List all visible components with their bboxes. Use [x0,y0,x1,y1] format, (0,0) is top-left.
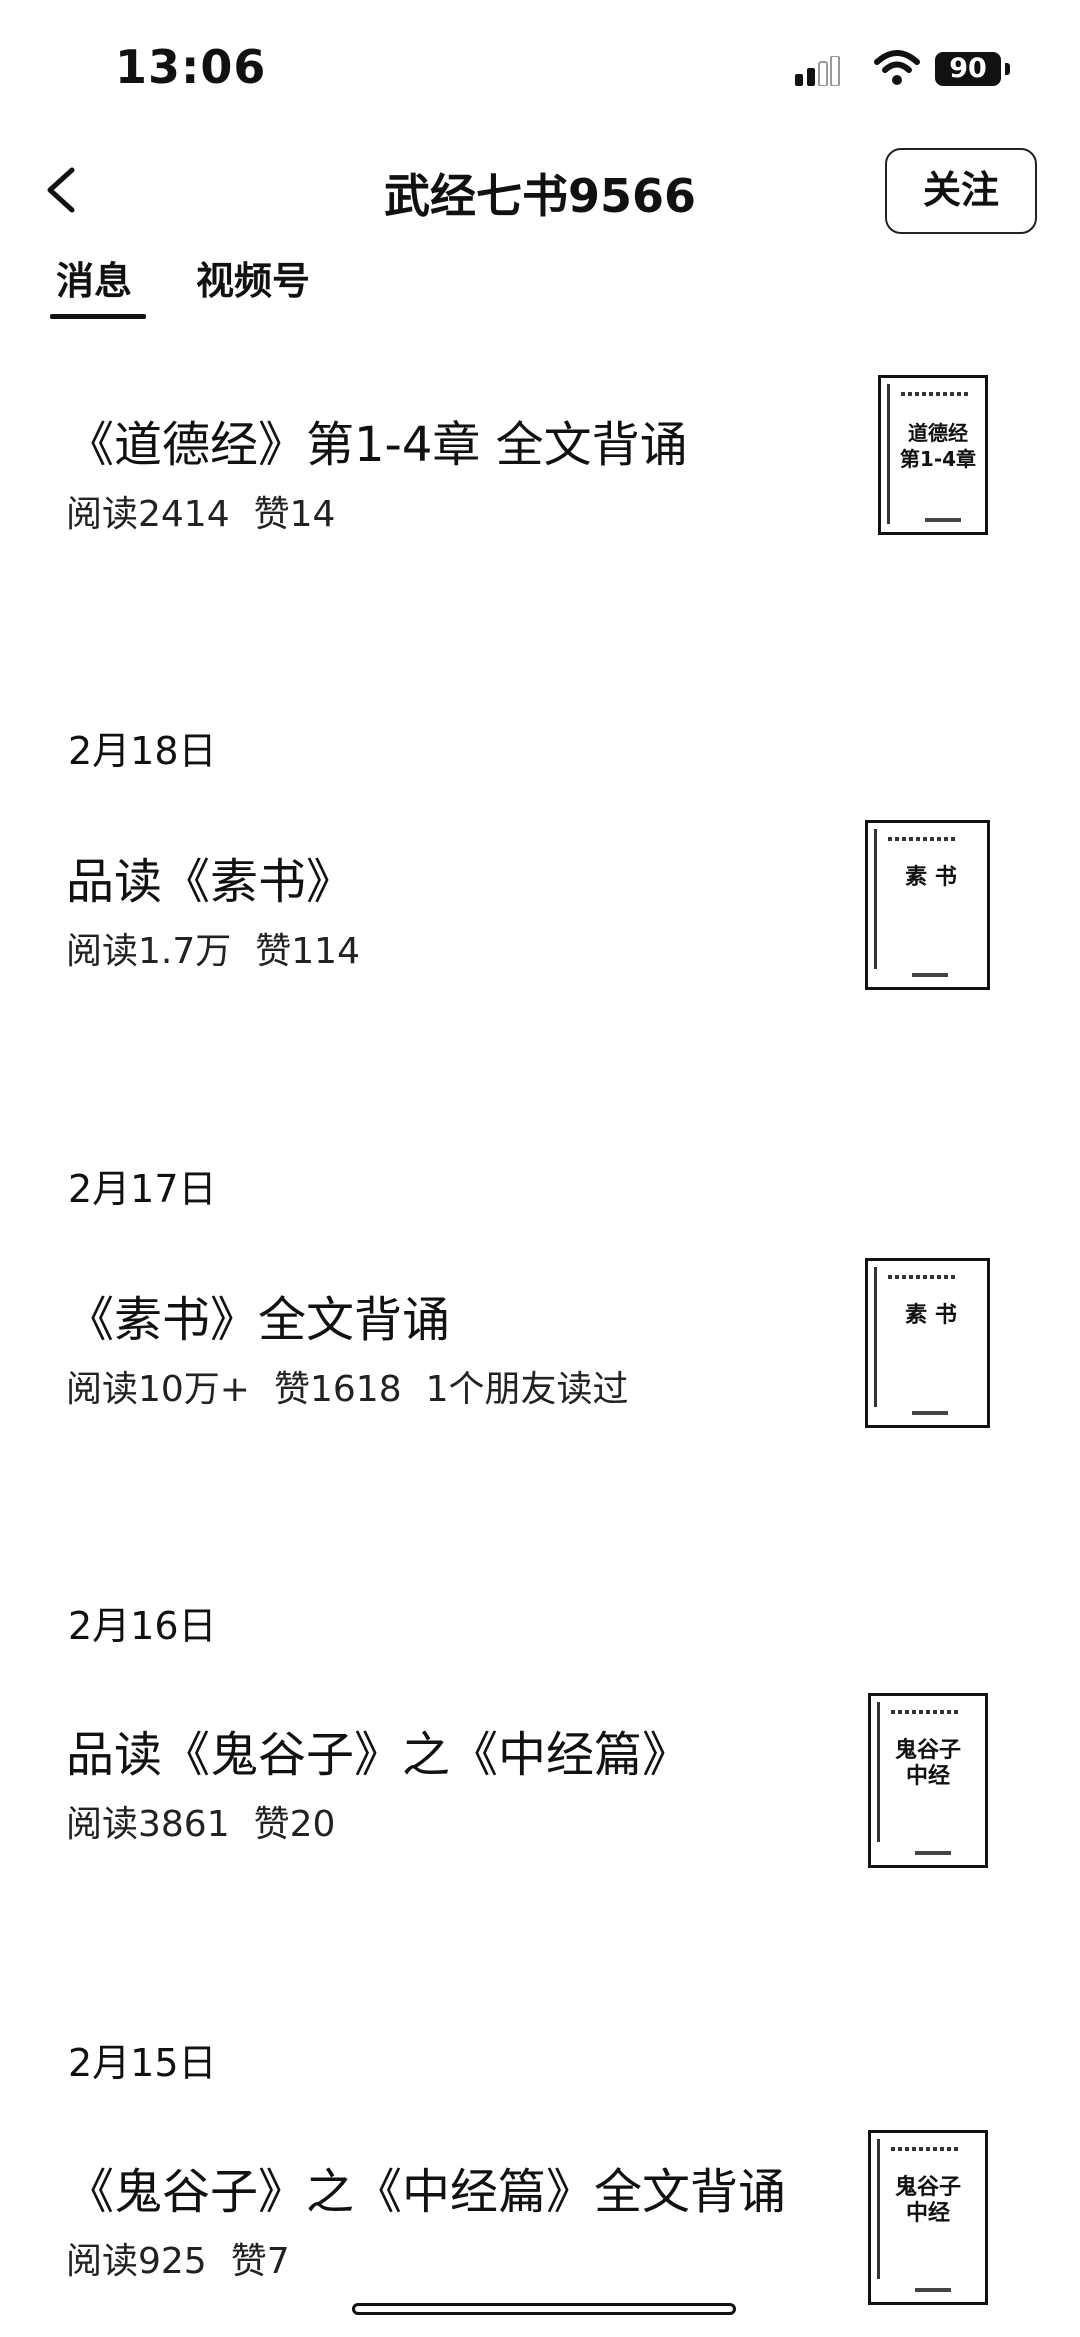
thumbnail-cover-text: 鬼谷子 中经 [894,2175,961,2226]
article-title[interactable]: 品读《鬼谷子》之《中经篇》 [66,1715,690,1785]
date-label: 2月15日 [68,2041,217,2085]
back-icon[interactable] [36,160,86,220]
list-item[interactable]: 品读《素书》 阅读1.7万 赞114 素 书 [0,820,1080,1042]
list-item[interactable]: 《素书》全文背诵 阅读10万+ 赞1618 1个朋友读过 素 书 [0,1258,1080,1480]
article-thumbnail[interactable]: 鬼谷子 中经 [868,1693,988,1868]
list-item[interactable]: 《道德经》第1-4章 全文背诵 阅读2414 赞14 道德经 第1-4章 [0,375,1080,605]
article-meta: 阅读3861 赞20 [66,1795,335,1847]
article-thumbnail[interactable]: 道德经 第1-4章 [878,375,988,535]
article-title[interactable]: 《素书》全文背诵 [66,1280,450,1350]
follow-button[interactable]: 关注 [885,148,1037,234]
article-thumbnail[interactable]: 素 书 [865,1258,990,1428]
battery-icon: 90 [935,52,1017,88]
date-label: 2月18日 [68,729,217,773]
signal-icon [795,56,840,86]
tab-messages[interactable]: 消息 [56,250,132,305]
like-count: 赞20 [253,1804,336,1845]
thumbnail-cover-text: 鬼谷子 中经 [894,1738,961,1789]
date-label: 2月17日 [68,1167,217,1211]
thumbnail-cover-text: 素 书 [905,1303,957,1328]
status-bar: 13:06 90 [0,0,1080,130]
article-thumbnail[interactable]: 素 书 [865,820,990,990]
like-count: 赞114 [255,931,360,972]
thumbnail-cover-text: 素 书 [905,865,957,890]
thumbnail-cover-text: 道德经 第1-4章 [899,421,977,471]
screen: 13:06 90 武经七书9566 关注 消息 视频号 《道德经》第1-4章 全… [0,0,1080,2337]
article-title[interactable]: 品读《素书》 [66,842,354,912]
friend-read-note: 1个朋友读过 [425,1369,629,1410]
read-count: 阅读2414 [66,494,230,535]
battery-level: 90 [935,52,1001,86]
like-count: 赞14 [253,494,336,535]
article-title[interactable]: 《道德经》第1-4章 全文背诵 [66,405,688,475]
home-indicator[interactable] [352,2303,736,2315]
article-title[interactable]: 《鬼谷子》之《中经篇》全文背诵 [66,2152,786,2222]
article-meta: 阅读10万+ 赞1618 1个朋友读过 [66,1360,629,1412]
like-count: 赞7 [230,2241,290,2282]
article-meta: 阅读2414 赞14 [66,485,335,537]
like-count: 赞1618 [273,1369,402,1410]
article-meta: 阅读925 赞7 [66,2232,290,2284]
tab-bar: 消息 视频号 [0,250,1080,325]
read-count: 阅读3861 [66,1804,230,1845]
status-time: 13:06 [115,40,267,94]
battery-tip [1005,63,1010,75]
tab-video-channel[interactable]: 视频号 [196,250,310,305]
read-count: 阅读1.7万 [66,931,232,972]
read-count: 阅读925 [66,2241,207,2282]
article-meta: 阅读1.7万 赞114 [66,922,360,974]
wifi-icon [874,50,920,85]
list-item[interactable]: 品读《鬼谷子》之《中经篇》 阅读3861 赞20 鬼谷子 中经 [0,1693,1080,1915]
page-title: 武经七书9566 [383,169,697,223]
read-count: 阅读10万+ [66,1369,250,1410]
tab-active-indicator [50,314,146,319]
article-thumbnail[interactable]: 鬼谷子 中经 [868,2130,988,2305]
date-label: 2月16日 [68,1604,217,1648]
nav-bar: 武经七书9566 关注 [0,130,1080,260]
